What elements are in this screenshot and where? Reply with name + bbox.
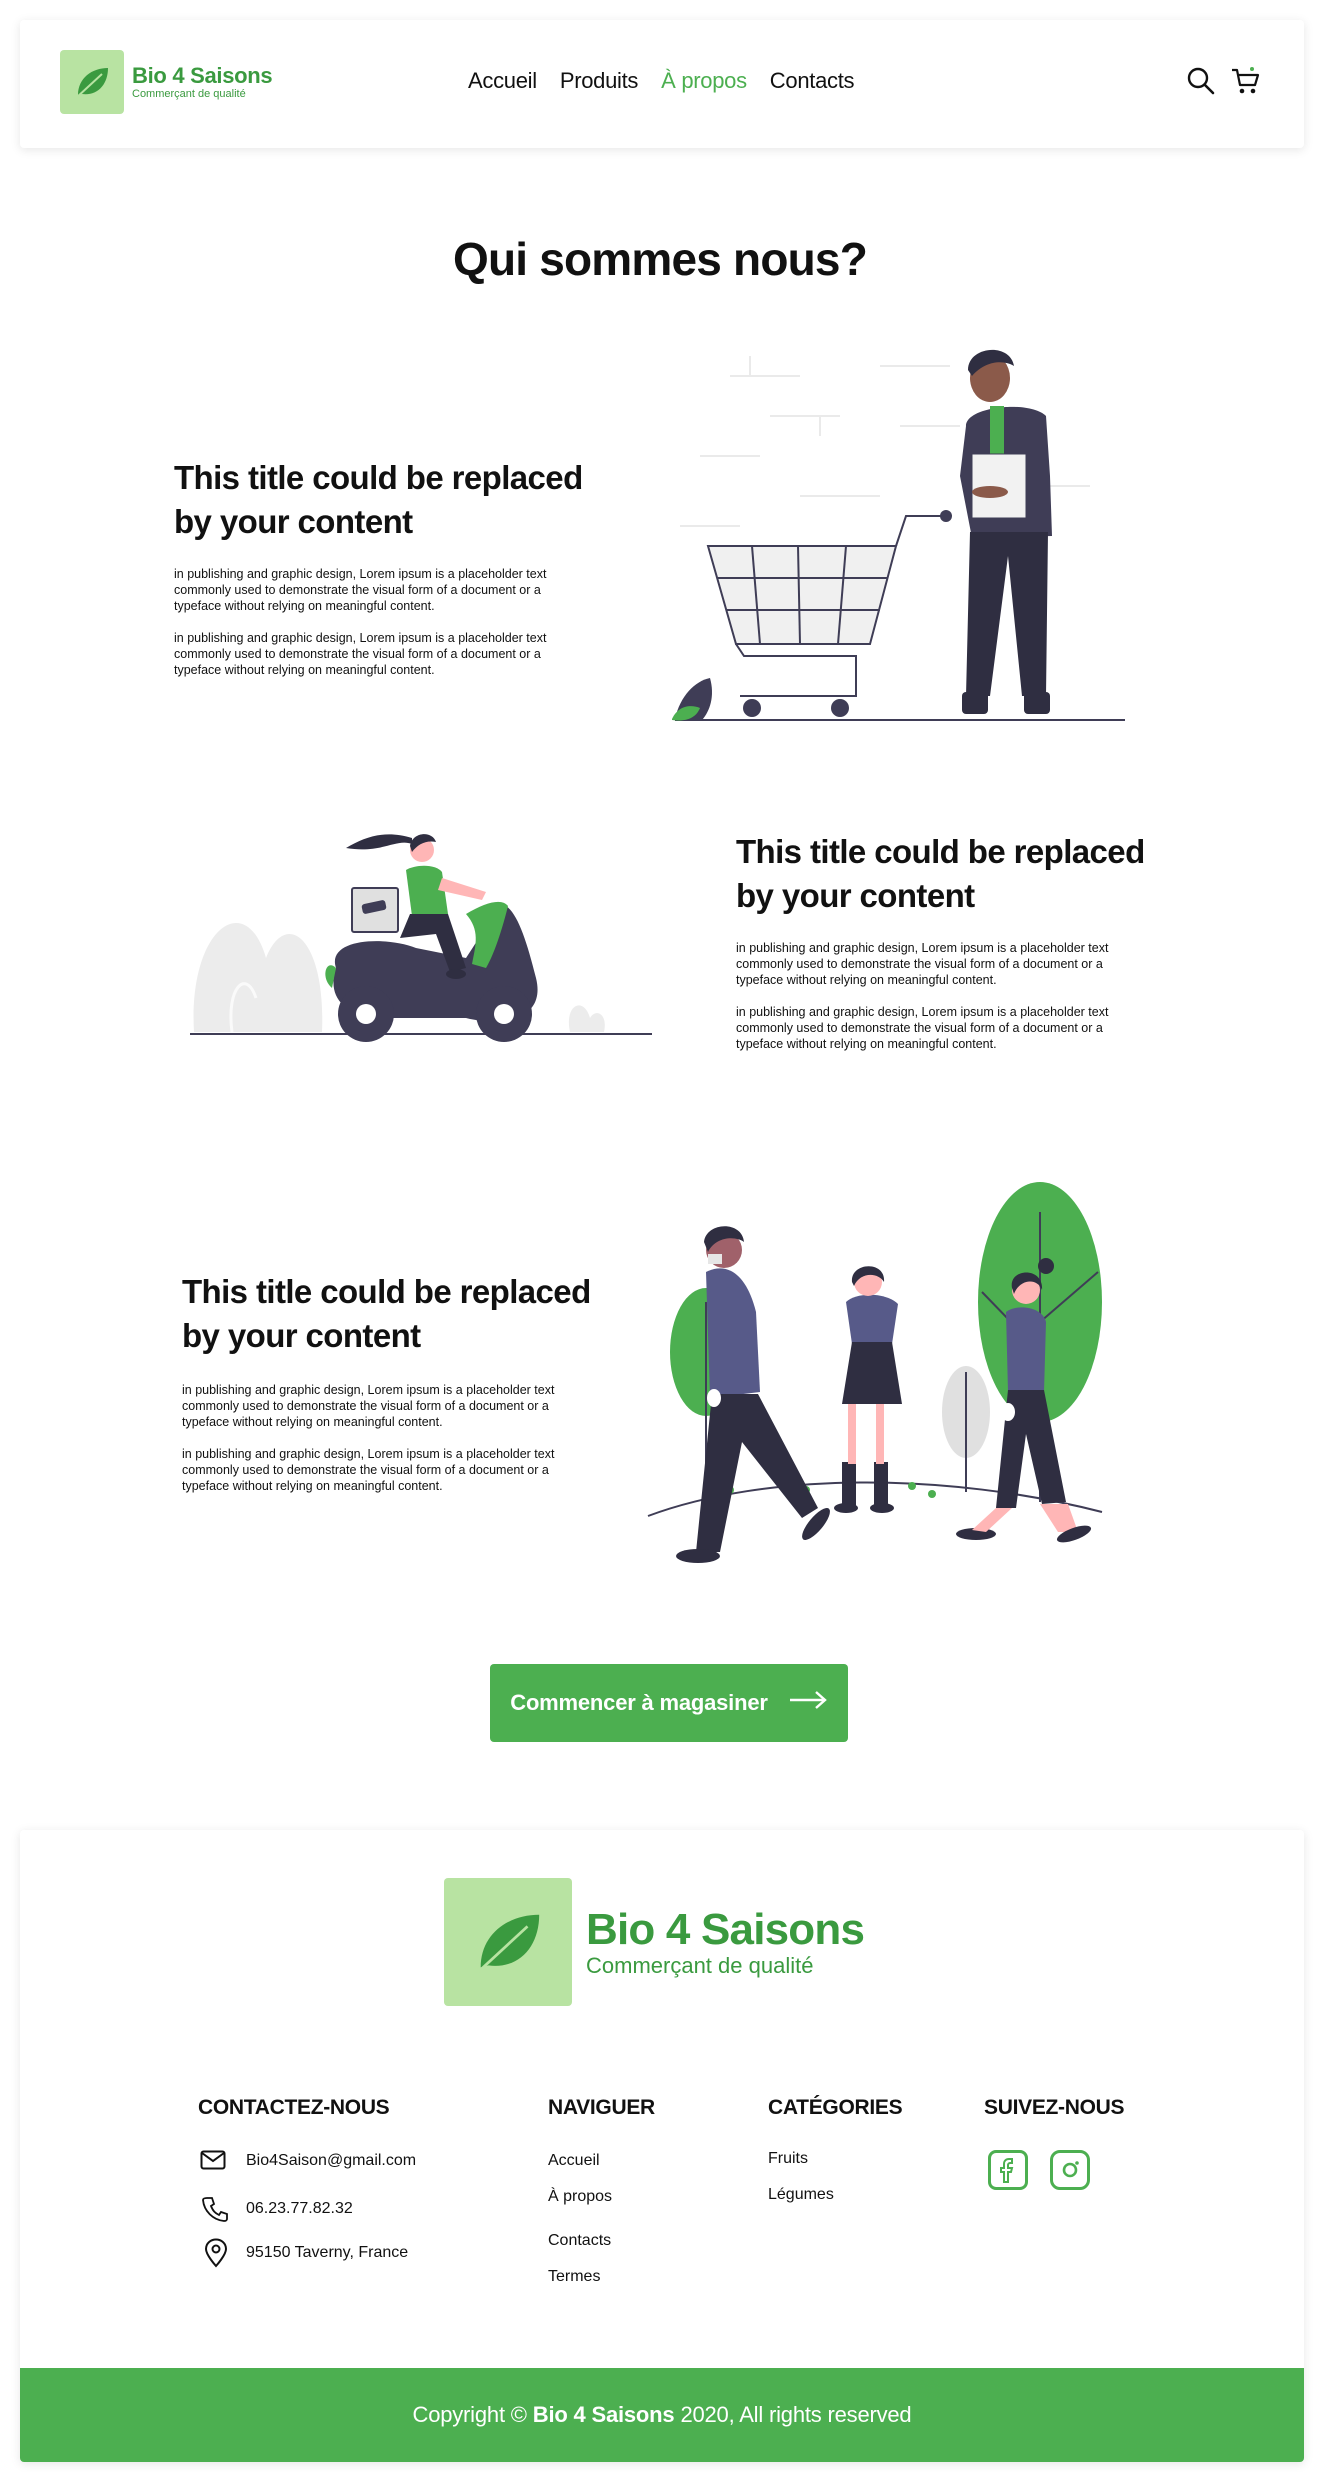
cart-icon[interactable] [1230,66,1260,101]
block-2-text: in publishing and graphic design, Lorem … [736,940,1136,1052]
block-2-title: This title could be replaced by your con… [736,833,1145,914]
brand-logo[interactable]: Bio 4 Saisons Commerçant de qualité [60,50,273,114]
site-header: Bio 4 Saisons Commerçant de qualité Accu… [20,20,1304,148]
block-3-text: in publishing and graphic design, Lorem … [182,1382,582,1494]
footer-address: 95150 Taverny, France [246,2244,409,2261]
block-1-paragraph: in publishing and graphic design, Lorem … [174,567,547,613]
nav-item-contacts[interactable]: Contacts [770,68,855,94]
footer-navigate-heading: NAVIGUER [548,2096,655,2119]
block-2-paragraph: in publishing and graphic design, Lorem … [736,1005,1109,1051]
footer-category-legumes[interactable]: Légumes [768,2186,834,2204]
leaf-logo-icon [444,1878,572,2006]
mail-icon [200,2150,226,2175]
instagram-icon[interactable] [1050,2150,1090,2190]
footer-social-heading: SUIVEZ-NOUS [984,2096,1125,2119]
nav-item-produits[interactable]: Produits [560,68,639,94]
footer-nav-contacts[interactable]: Contacts [548,2232,611,2250]
footer-categories-heading: CATÉGORIES [768,2096,903,2119]
copyright-brand: Bio 4 Saisons [532,2402,675,2427]
main-nav: Accueil Produits À propos Contacts [468,68,855,94]
block-2-paragraph: in publishing and graphic design, Lorem … [736,941,1109,987]
people-walking-illustration [647,1182,1103,1563]
block-1-text: in publishing and graphic design, Lorem … [174,566,574,678]
block-3-paragraph: in publishing and graphic design, Lorem … [182,1447,555,1493]
block-3-title: This title could be replaced by your con… [182,1273,591,1354]
search-icon[interactable] [1186,66,1216,101]
copyright-suffix: 2020, All rights reserved [680,2402,912,2427]
brand-name: Bio 4 Saisons [132,63,273,88]
block-1-paragraph: in publishing and graphic design, Lorem … [174,631,547,677]
footer-email[interactable]: Bio4Saison@gmail.com [246,2152,416,2170]
footer-brand-logo[interactable]: Bio 4 Saisons Commerçant de qualité [444,1878,865,2006]
leaf-logo-icon [60,50,124,114]
footer-brand-tagline: Commerçant de qualité [586,1953,814,1978]
block-3-paragraph: in publishing and graphic design, Lorem … [182,1383,555,1429]
location-pin-icon [204,2238,228,2273]
footer-phone[interactable]: 06.23.77.82.32 [246,2200,353,2218]
footer-category-fruits[interactable]: Fruits [768,2150,808,2168]
footer-nav-a-propos[interactable]: À propos [548,2188,612,2206]
footer-contact-heading: CONTACTEZ-NOUS [198,2096,390,2119]
facebook-icon[interactable] [988,2150,1028,2190]
nav-item-accueil[interactable]: Accueil [468,68,537,94]
footer-brand-name: Bio 4 Saisons [586,1905,865,1954]
block-1-title: This title could be replaced by your con… [174,459,583,540]
copyright-bar: Copyright © Bio 4 Saisons 2020, All righ… [20,2368,1304,2462]
scooter-delivery-illustration [190,834,652,1042]
footer-nav-termes[interactable]: Termes [548,2268,600,2286]
start-shopping-label: Commencer à magasiner [510,1690,768,1715]
start-shopping-button[interactable]: Commencer à magasiner [490,1664,848,1742]
copyright-prefix: Copyright © [412,2402,527,2427]
footer-nav-accueil[interactable]: Accueil [548,2152,600,2170]
site-footer: Bio 4 Saisons Commerçant de qualité CONT… [20,1830,1304,2462]
arrow-right-icon [788,1690,828,1716]
phone-icon [202,2196,228,2227]
brand-tagline: Commerçant de qualité [132,88,246,100]
page-title: Qui sommes nous? [452,233,868,285]
nav-item-a-propos[interactable]: À propos [661,68,747,94]
shopping-cart-illustration [672,349,1125,721]
